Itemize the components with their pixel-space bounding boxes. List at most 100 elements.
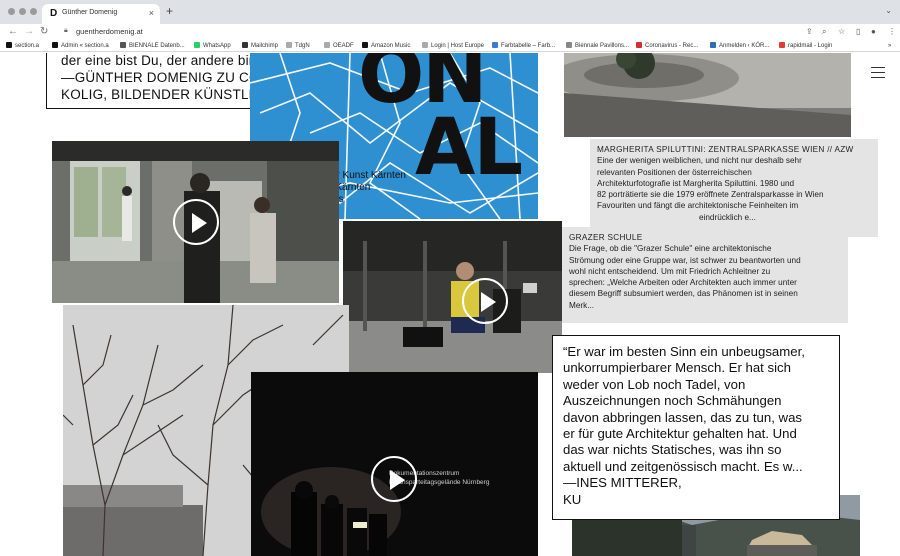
talk-video[interactable]: [343, 221, 562, 373]
window-zoom-dot[interactable]: [30, 8, 37, 15]
bookmark-item[interactable]: section.a: [6, 41, 39, 51]
quote-line: davon abbringen lassen, das zu tun, was: [563, 409, 802, 425]
bookmark-label: Admin « section.a: [61, 43, 109, 49]
quote-line: —INES MITTERER,: [563, 475, 682, 491]
address-bar[interactable]: 🔒︎ guentherdomenig.at: [64, 25, 834, 39]
caption-line: wohl nicht entscheidend. Um mit Friedric…: [569, 266, 771, 276]
bookmark-label: Mailchimp: [251, 43, 279, 49]
bookmark-label: Login | Host Europe: [431, 43, 484, 49]
bookmark-item[interactable]: Farbtabelle – Farb...: [492, 41, 555, 51]
quote-line: Auszeichnungen noch Schmähungen: [563, 393, 782, 409]
bookmark-favicon-icon: [52, 42, 58, 48]
window-close-dot[interactable]: [8, 8, 15, 15]
caption-line: Architekturfotografie ist Margherita Spi…: [597, 178, 795, 188]
tab-close-icon[interactable]: ×: [149, 8, 154, 18]
bookmark-favicon-icon: [120, 42, 126, 48]
quote-line: “Er war im besten Sinn ein unbeugsamer,: [563, 344, 805, 359]
bookmark-label: WhatsApp: [203, 43, 231, 49]
bookmark-item[interactable]: WhatsApp: [194, 41, 231, 51]
back-arrow-icon[interactable]: ←: [8, 25, 18, 39]
bookmark-label: BIENNALE Datenb...: [129, 43, 185, 49]
browser-toolbar: ← → ↻ 🔒︎ guentherdomenig.at ⇪ ⌕ ☆ ▯ ● ⋮: [0, 24, 900, 40]
quote-line: weder von Lob noch Tadel, von: [563, 376, 746, 392]
bookmark-label: Farbtabelle – Farb...: [501, 43, 556, 49]
bookmark-item[interactable]: Login | Host Europe: [422, 41, 484, 51]
caption-line: Eine der wenigen weiblichen, und nicht n…: [597, 156, 802, 166]
hamburger-menu-icon[interactable]: [871, 67, 885, 79]
caption-line: Strömung oder eine Gruppe war, ist schwe…: [569, 255, 801, 265]
reload-icon[interactable]: ↻: [40, 25, 48, 39]
bookmark-label: OEADF: [333, 43, 354, 49]
tab-title: Günther Domenig: [62, 9, 118, 16]
caption-line: Favouriten und fängt die architektonisch…: [597, 201, 799, 211]
bookmark-star-icon[interactable]: ☆: [838, 26, 845, 38]
quote-line: er für gute Architektur gehalten hat. Un…: [563, 426, 797, 442]
bookmark-label: Coronavirus - Rec...: [645, 43, 699, 49]
caption-line: eindrücklich e...: [699, 212, 756, 222]
new-tab-icon[interactable]: +: [166, 5, 173, 17]
browser-tab-strip: D Günther Domenig × + ⌄: [0, 0, 900, 24]
plaza-photo[interactable]: [564, 53, 851, 137]
kebab-menu-icon[interactable]: ⋮: [888, 26, 896, 38]
caption-grazer-schule[interactable]: GRAZER SCHULE Die Frage, ob die "Grazer …: [562, 227, 848, 323]
quote-line: KU: [563, 491, 582, 507]
bookmark-item[interactable]: Admin « section.a: [52, 41, 109, 51]
tab-search-chevron-icon[interactable]: ⌄: [885, 6, 892, 15]
talk-video-frame: [343, 221, 562, 373]
bookmark-label: section.a: [15, 43, 40, 49]
url-text: guentherdomenig.at: [76, 27, 143, 36]
bookmark-favicon-icon: [242, 42, 248, 48]
caption-title: GRAZER SCHULE: [569, 233, 643, 242]
quote-line: unkorrumpierbarer Mensch. Er hat sich: [563, 360, 791, 376]
forward-arrow-icon[interactable]: →: [24, 25, 34, 39]
caption-line: sprechen: „Welche Arbeiten oder Architek…: [569, 278, 797, 288]
caption-line: Merk...: [569, 300, 595, 310]
bookmark-label: rapidmail - Login: [788, 43, 833, 49]
caption-line: 82 porträtierte sie die 1979 eröffnete Z…: [597, 190, 824, 200]
bookmark-item[interactable]: Amazon Music: [362, 41, 410, 51]
caption-spiluttini[interactable]: MARGHERITA SPILUTTINI: ZENTRALSPARKASSE …: [590, 139, 878, 237]
caption-line: diesem Begriff subsumiert werden, das Ph…: [569, 289, 798, 299]
browser-tab-active[interactable]: D Günther Domenig ×: [42, 4, 160, 24]
play-button-icon[interactable]: [371, 456, 417, 502]
bookmark-favicon-icon: [194, 42, 200, 48]
side-panel-icon[interactable]: ▯: [856, 26, 860, 38]
bookmark-favicon-icon: [492, 42, 498, 48]
bookmark-favicon-icon: [566, 42, 572, 48]
profile-icon[interactable]: ●: [871, 26, 876, 38]
bookmark-label: Anmelden ‹ KÖR...: [719, 43, 770, 49]
bookmark-favicon-icon: [422, 42, 428, 48]
quote-line: aktuell und zeitgenössisch macht. Es w..…: [563, 458, 803, 474]
bookmark-favicon-icon: [6, 42, 12, 48]
bookmark-item[interactable]: OEADF: [324, 41, 354, 51]
interior-video[interactable]: [52, 141, 339, 303]
bookmark-label: Amazon Music: [371, 43, 411, 49]
bookmark-favicon-icon: [779, 42, 785, 48]
bookmark-favicon-icon: [286, 42, 292, 48]
window-minimize-dot[interactable]: [19, 8, 26, 15]
quote-line: das war nichts Statisches, was ihn so: [563, 442, 782, 458]
bookmarks-overflow-icon[interactable]: »: [888, 41, 891, 51]
bookmark-item[interactable]: TdgN: [286, 41, 310, 51]
lock-icon[interactable]: 🔒︎: [64, 27, 68, 35]
bookmark-item[interactable]: Mailchimp: [242, 41, 278, 51]
bookmark-item[interactable]: rapidmail - Login: [779, 41, 832, 51]
tab-favicon-icon: D: [50, 8, 58, 19]
dark-video[interactable]: Dokumentationszentrum Reichsparteitagsge…: [251, 372, 538, 556]
bookmark-item[interactable]: Coronavirus - Rec...: [636, 41, 698, 51]
bookmark-item[interactable]: Anmelden ‹ KÖR...: [710, 41, 769, 51]
play-button-icon[interactable]: [462, 278, 508, 324]
play-button-icon[interactable]: [173, 199, 219, 245]
bookmark-favicon-icon: [324, 42, 330, 48]
bookmark-label: TdgN: [295, 43, 310, 49]
caption-title: MARGHERITA SPILUTTINI: ZENTRALSPARKASSE …: [597, 145, 854, 154]
bookmarks-bar: section.a Admin « section.a BIENNALE Daten…: [0, 40, 900, 52]
poster-letters-bottom: AL: [415, 103, 523, 193]
quote-card-mitterer[interactable]: “Er war im besten Sinn ein unbeugsamer, …: [552, 335, 840, 520]
bookmark-item[interactable]: BIENNALE Datenb...: [120, 41, 185, 51]
bookmark-favicon-icon: [362, 42, 368, 48]
page-content: der eine bist Du, der andere bin ich." —…: [0, 53, 900, 556]
bookmark-item[interactable]: Biennale Pavillons...: [566, 41, 629, 51]
zoom-icon[interactable]: ⌕: [822, 26, 826, 38]
share-icon[interactable]: ⇪: [806, 26, 813, 38]
